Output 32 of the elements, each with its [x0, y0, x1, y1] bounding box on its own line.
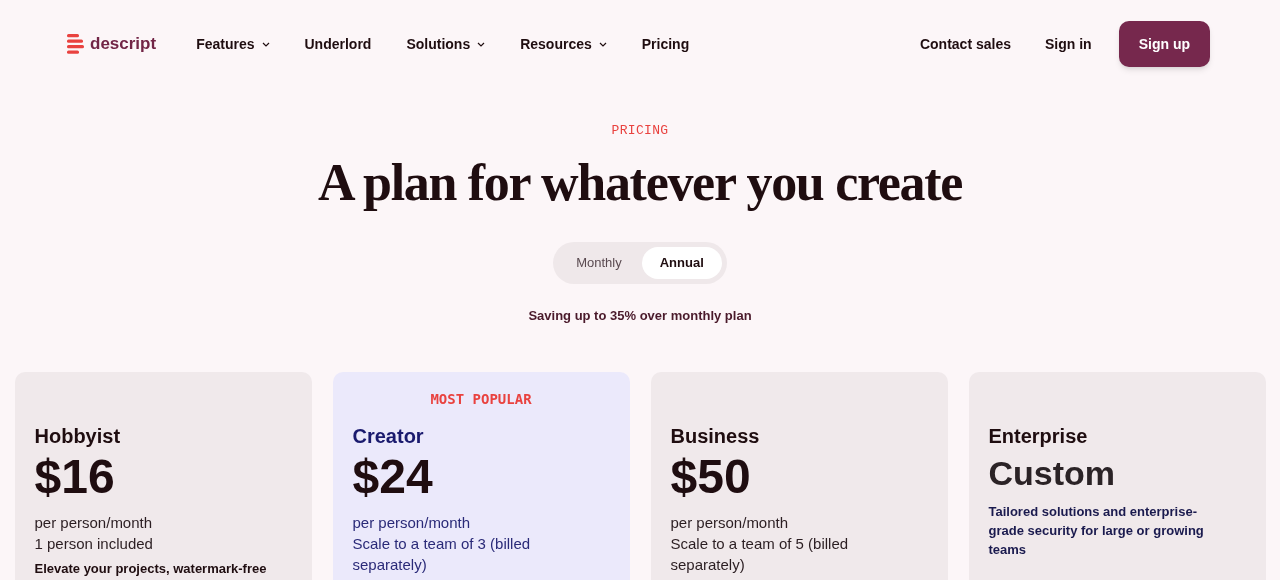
popular-label: MOST POPULAR [429, 390, 533, 409]
plan-name: Business [670, 424, 761, 448]
plan-price: $16 [34, 449, 116, 505]
plan-name: Hobbyist [34, 424, 122, 448]
nav-link[interactable]: Underlord [304, 33, 372, 55]
plan-description: Elevate your projects, watermark-free [34, 560, 268, 578]
plan-price: $50 [670, 449, 752, 505]
logo-icon [67, 34, 85, 54]
plan-detail: per person/month [34, 513, 154, 533]
billing-option[interactable]: Monthly [558, 246, 640, 279]
plan-detail: per person/month [352, 513, 472, 533]
plan-detail: per person/month [670, 513, 790, 533]
plan-detail: Scale to a team of 3 (billed separately) [352, 534, 532, 575]
nav-link[interactable]: Solutions [406, 33, 486, 55]
sign-up-button[interactable]: Sign up [1118, 21, 1210, 67]
section-eyebrow: PRICING [611, 122, 669, 140]
nav-link[interactable]: Features [196, 33, 270, 55]
plan-detail: Scale to a team of 5 (billed separately) [670, 534, 850, 575]
plan-price: $24 [352, 449, 434, 505]
nav-link[interactable]: Contact sales [919, 33, 1011, 55]
billing-option[interactable]: Annual [641, 246, 722, 279]
plan-detail: 1 person included [34, 534, 154, 554]
plan-description: Tailored solutions and enterprise-grade security for large or growing teams [988, 503, 1205, 559]
plan-name: Creator [352, 424, 425, 448]
nav-link[interactable]: Pricing [641, 33, 690, 55]
page-heading: A plan for whatever you create [317, 152, 963, 213]
nav-link[interactable]: Sign in [1045, 33, 1092, 55]
nav-link[interactable]: Resources [520, 33, 607, 55]
savings-note: Saving up to 35% over monthly plan [528, 306, 752, 325]
logo-text[interactable]: descript [90, 31, 157, 57]
plan-name: Enterprise [988, 424, 1089, 448]
plan-price: Custom [988, 453, 1117, 494]
